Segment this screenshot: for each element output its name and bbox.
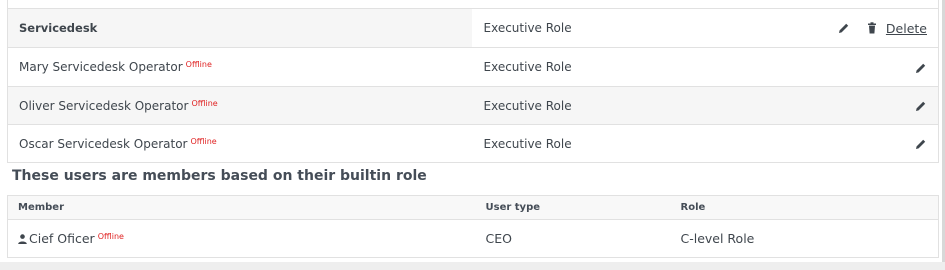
table-top-edge xyxy=(7,0,939,8)
offline-badge: Offline xyxy=(190,136,217,146)
member-name-cell: Oscar Servicedesk Operator Offline xyxy=(7,124,472,163)
column-header-member: Member xyxy=(7,195,476,220)
trash-icon[interactable] xyxy=(866,22,878,34)
actions-cell xyxy=(801,124,939,163)
offline-badge: Offline xyxy=(97,232,124,241)
role-cell: Executive Role xyxy=(471,8,802,48)
roles-panel: Servicedesk Executive Role Delete Mary S… xyxy=(0,0,945,262)
table-header-row: Member User type Role xyxy=(7,195,939,220)
role-cell: Executive Role xyxy=(471,47,802,87)
table-row: Servicedesk Executive Role Delete xyxy=(7,8,939,48)
member-name-cell: Oliver Servicedesk Operator Offline xyxy=(7,86,472,125)
actions-cell xyxy=(801,47,939,87)
pencil-icon[interactable] xyxy=(915,100,927,112)
actions-cell xyxy=(801,86,939,125)
actions-cell: Delete xyxy=(801,8,939,48)
user-icon xyxy=(18,234,27,244)
role-assignments-table: Servicedesk Executive Role Delete Mary S… xyxy=(7,8,939,163)
member-name: Oliver Servicedesk Operator xyxy=(19,98,189,113)
pencil-icon[interactable] xyxy=(915,138,927,150)
pencil-icon[interactable] xyxy=(838,22,850,34)
offline-badge: Offline xyxy=(191,98,218,108)
group-name-cell: Servicedesk xyxy=(7,8,472,48)
member-cell: Cief Oficer Offline xyxy=(8,220,476,258)
builtin-members-table: Member User type Role Cief Oficer Offline… xyxy=(7,195,939,258)
offline-badge: Offline xyxy=(185,60,212,69)
role-cell: Executive Role xyxy=(471,86,802,125)
role-cell: C-level Role xyxy=(680,231,755,246)
pencil-icon[interactable] xyxy=(915,62,927,74)
user-type-cell: CEO xyxy=(485,231,512,246)
table-row: Cief Oficer Offline CEO C-level Role xyxy=(8,220,939,258)
column-header-role: Role xyxy=(670,195,939,220)
group-name: Servicedesk xyxy=(19,21,98,35)
member-name: Cief Oficer xyxy=(29,231,95,246)
table-row: Oscar Servicedesk Operator Offline Execut… xyxy=(7,124,939,163)
member-name: Mary Servicedesk Operator xyxy=(19,60,183,74)
role-cell: Executive Role xyxy=(471,124,802,163)
builtin-members-heading: These users are members based on their b… xyxy=(12,168,427,184)
table-row: Oliver Servicedesk Operator Offline Execu… xyxy=(7,86,939,125)
table-row: Mary Servicedesk Operator Offline Executi… xyxy=(7,47,939,87)
member-name-cell: Mary Servicedesk Operator Offline xyxy=(7,47,472,87)
column-header-user-type: User type xyxy=(475,195,671,220)
member-name: Oscar Servicedesk Operator xyxy=(19,136,188,151)
delete-link[interactable]: Delete xyxy=(886,21,927,36)
